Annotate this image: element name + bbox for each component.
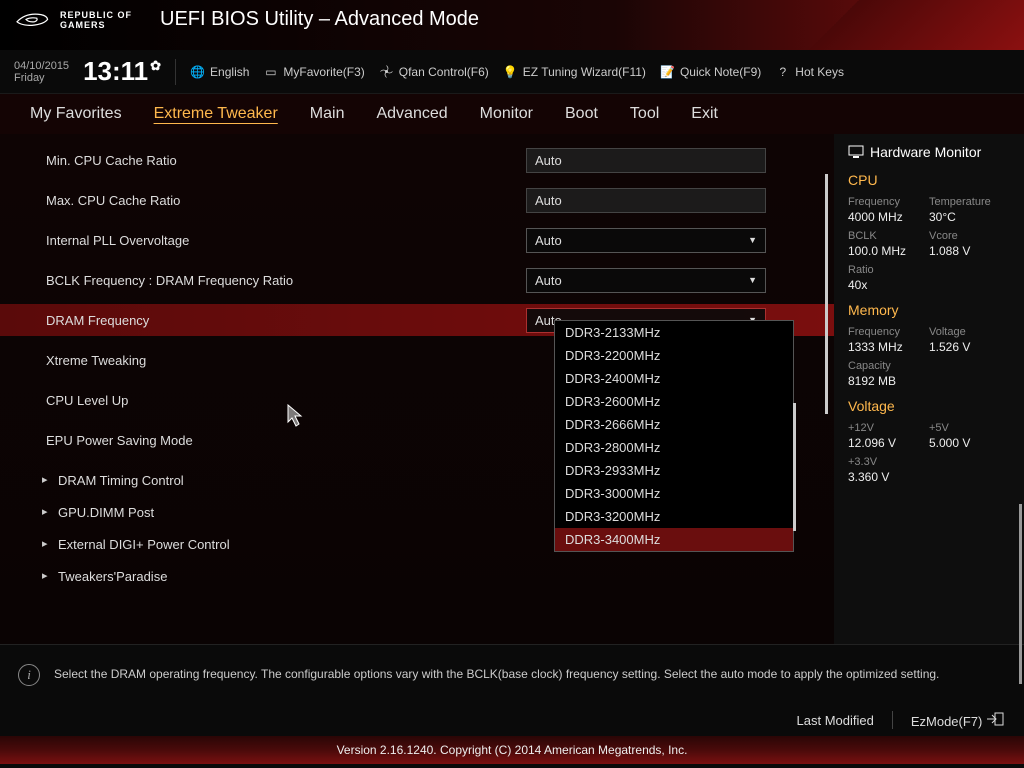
myfavorite-button[interactable]: ▭MyFavorite(F3) bbox=[263, 64, 364, 79]
voltage-section-title: Voltage bbox=[848, 398, 1010, 414]
settings-scrollbar[interactable] bbox=[825, 174, 828, 414]
rog-logo-icon bbox=[14, 10, 50, 30]
fan-icon bbox=[379, 64, 394, 79]
chevron-down-icon: ▼ bbox=[748, 235, 757, 245]
dd-option[interactable]: DDR3-3000MHz bbox=[555, 482, 793, 505]
bulb-icon: 💡 bbox=[503, 64, 518, 79]
ez-tuning-wizard-button[interactable]: 💡EZ Tuning Wizard(F11) bbox=[503, 64, 646, 79]
dropdown-scrollbar[interactable] bbox=[793, 403, 796, 531]
tab-tool[interactable]: Tool bbox=[630, 105, 659, 123]
globe-icon: 🌐 bbox=[190, 64, 205, 79]
volt-12v: 12.096 V bbox=[848, 436, 929, 450]
memory-section-title: Memory bbox=[848, 302, 1010, 318]
setting-max-cpu-cache-ratio[interactable]: Max. CPU Cache Ratio bbox=[0, 184, 834, 216]
submenu-tweakers-paradise[interactable]: Tweakers'Paradise bbox=[0, 560, 834, 592]
volt-5v: 5.000 V bbox=[929, 436, 1010, 450]
dd-option[interactable]: DDR3-2933MHz bbox=[555, 459, 793, 482]
dram-frequency-dropdown: DDR3-2133MHz DDR3-2200MHz DDR3-2400MHz D… bbox=[554, 320, 794, 552]
main-tabs: My Favorites Extreme Tweaker Main Advanc… bbox=[0, 94, 1024, 134]
mem-voltage: 1.526 V bbox=[929, 340, 1010, 354]
cpu-bclk: 100.0 MHz bbox=[848, 244, 929, 258]
dd-option[interactable]: DDR3-2400MHz bbox=[555, 367, 793, 390]
monitor-icon bbox=[848, 145, 864, 159]
dd-option[interactable]: DDR3-3200MHz bbox=[555, 505, 793, 528]
star-icon: ▭ bbox=[263, 64, 278, 79]
tab-advanced[interactable]: Advanced bbox=[376, 105, 447, 123]
date-display: 04/10/2015 Friday bbox=[14, 60, 69, 84]
time-display: 13:11✿ bbox=[83, 56, 161, 87]
setting-bclk-dram-ratio[interactable]: BCLK Frequency : DRAM Frequency RatioAut… bbox=[0, 264, 834, 296]
chevron-down-icon: ▼ bbox=[748, 275, 757, 285]
tab-extreme-tweaker[interactable]: Extreme Tweaker bbox=[154, 105, 278, 123]
setting-internal-pll[interactable]: Internal PLL OvervoltageAuto▼ bbox=[0, 224, 834, 256]
cursor-icon bbox=[287, 404, 305, 428]
help-text: Select the DRAM operating frequency. The… bbox=[54, 667, 939, 682]
dd-option[interactable]: DDR3-3400MHz bbox=[555, 528, 793, 551]
app-title: UEFI BIOS Utility – Advanced Mode bbox=[160, 8, 479, 31]
tab-exit[interactable]: Exit bbox=[691, 105, 718, 123]
clock-settings-icon[interactable]: ✿ bbox=[150, 58, 161, 74]
dd-option[interactable]: DDR3-2133MHz bbox=[555, 321, 793, 344]
quick-note-button[interactable]: 📝Quick Note(F9) bbox=[660, 64, 761, 79]
note-icon: 📝 bbox=[660, 64, 675, 79]
dd-option[interactable]: DDR3-2666MHz bbox=[555, 413, 793, 436]
hot-keys-button[interactable]: ?Hot Keys bbox=[775, 64, 844, 79]
volt-3v3: 3.360 V bbox=[848, 470, 1010, 484]
hardware-monitor-panel: Hardware Monitor CPU Frequency4000 MHz T… bbox=[834, 134, 1024, 644]
hw-monitor-title: Hardware Monitor bbox=[848, 144, 1010, 160]
last-modified-button[interactable]: Last Modified bbox=[797, 713, 874, 728]
mem-frequency: 1333 MHz bbox=[848, 340, 929, 354]
footer: Last Modified EzMode(F7) Version 2.16.12… bbox=[0, 704, 1024, 764]
max-cpu-cache-input[interactable] bbox=[526, 188, 766, 213]
cpu-section-title: CPU bbox=[848, 172, 1010, 188]
setting-min-cpu-cache-ratio[interactable]: Min. CPU Cache Ratio bbox=[0, 144, 834, 176]
cpu-temperature: 30°C bbox=[929, 210, 1010, 224]
ezmode-button[interactable]: EzMode(F7) bbox=[911, 712, 1004, 729]
tab-boot[interactable]: Boot bbox=[565, 105, 598, 123]
dd-option[interactable]: DDR3-2600MHz bbox=[555, 390, 793, 413]
cpu-vcore: 1.088 V bbox=[929, 244, 1010, 258]
top-toolbar: 04/10/2015 Friday 13:11✿ 🌐English ▭MyFav… bbox=[0, 50, 1024, 94]
dd-option[interactable]: DDR3-2800MHz bbox=[555, 436, 793, 459]
info-icon: i bbox=[18, 664, 40, 686]
exit-icon bbox=[986, 712, 1004, 726]
qfan-control-button[interactable]: Qfan Control(F6) bbox=[379, 64, 489, 79]
tab-monitor[interactable]: Monitor bbox=[480, 105, 533, 123]
dd-option[interactable]: DDR3-2200MHz bbox=[555, 344, 793, 367]
cpu-frequency: 4000 MHz bbox=[848, 210, 929, 224]
pll-select[interactable]: Auto▼ bbox=[526, 228, 766, 253]
cpu-ratio: 40x bbox=[848, 278, 1010, 292]
brand-text: REPUBLIC OF GAMERS bbox=[60, 10, 132, 30]
tab-main[interactable]: Main bbox=[310, 105, 345, 123]
mem-capacity: 8192 MB bbox=[848, 374, 1010, 388]
tab-my-favorites[interactable]: My Favorites bbox=[30, 105, 122, 123]
min-cpu-cache-input[interactable] bbox=[526, 148, 766, 173]
bclk-ratio-select[interactable]: Auto▼ bbox=[526, 268, 766, 293]
window-header: REPUBLIC OF GAMERS UEFI BIOS Utility – A… bbox=[0, 0, 1024, 50]
question-icon: ? bbox=[775, 64, 790, 79]
language-selector[interactable]: 🌐English bbox=[190, 64, 249, 79]
settings-panel: Min. CPU Cache Ratio Max. CPU Cache Rati… bbox=[0, 134, 834, 644]
sidebar-scrollbar[interactable] bbox=[1019, 504, 1022, 684]
copyright-bar: Version 2.16.1240. Copyright (C) 2014 Am… bbox=[0, 736, 1024, 764]
help-bar: i Select the DRAM operating frequency. T… bbox=[0, 644, 1024, 704]
